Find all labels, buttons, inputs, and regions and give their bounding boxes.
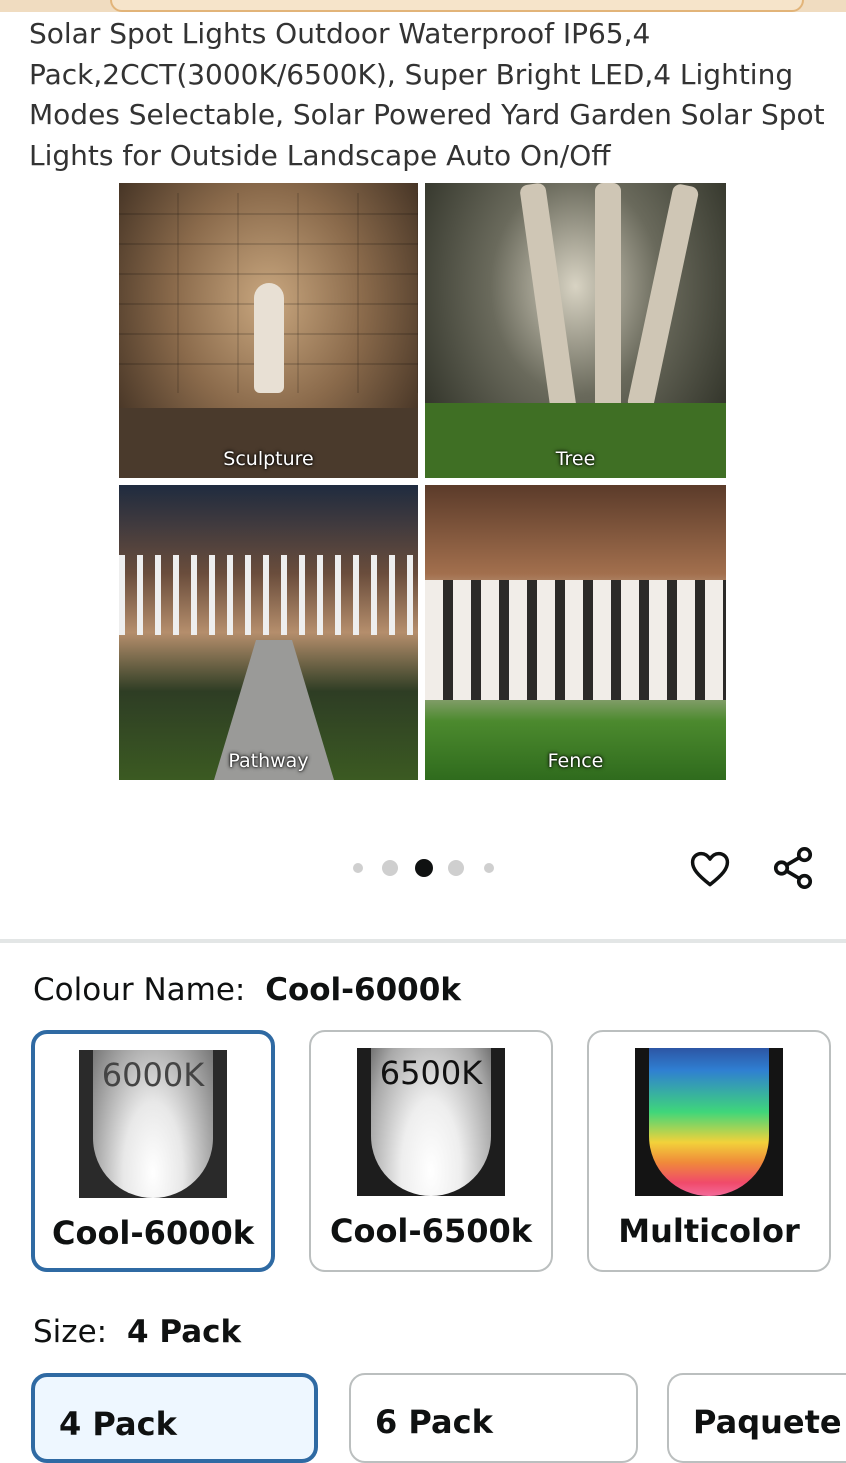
white-gate: [119, 555, 418, 635]
swatch-image: [635, 1048, 783, 1196]
section-divider: [0, 939, 846, 943]
gallery-tile-tree: Tree: [425, 183, 726, 478]
top-bar-pill: [110, 0, 804, 12]
carousel-dot[interactable]: [484, 863, 494, 873]
gallery-caption: Pathway: [228, 750, 309, 772]
gallery-tile-fence: Fence: [425, 485, 726, 780]
colour-option-multicolor[interactable]: Multicolor: [587, 1030, 831, 1272]
swatch-image-text: 6000K: [101, 1056, 205, 1094]
gallery-tile-pathway: Pathway: [119, 485, 418, 780]
tree-trunk: [626, 183, 700, 414]
tree-trunk: [519, 183, 577, 414]
size-option-6-pack[interactable]: 6 Pack: [349, 1373, 638, 1463]
gallery-caption: Fence: [547, 750, 604, 772]
swatch-image-text: 6500K: [379, 1054, 483, 1092]
gallery-caption: Tree: [555, 448, 596, 470]
swatch-label: Multicolor: [618, 1212, 800, 1250]
swatch-image: 6000K: [79, 1050, 227, 1198]
swatch-label: Cool-6000k: [51, 1214, 255, 1252]
size-row: Size: 4 Pack: [33, 1314, 241, 1350]
statue-figure: [254, 283, 284, 393]
carousel-dot[interactable]: [448, 860, 464, 876]
colour-name-value: Cool-6000k: [265, 972, 461, 1008]
colour-option-cool-6000k[interactable]: 6000K Cool-6000k: [31, 1030, 275, 1272]
top-strip: [0, 0, 846, 12]
size-option-label: Paquete: [693, 1403, 842, 1441]
picket-fence: [425, 580, 726, 700]
light-beam: [649, 1048, 769, 1196]
carousel-dot[interactable]: [353, 863, 363, 873]
share-icon[interactable]: [770, 845, 816, 891]
product-title: Solar Spot Lights Outdoor Waterproof IP6…: [29, 17, 825, 172]
size-option-4-pack[interactable]: 4 Pack: [31, 1373, 318, 1463]
gallery-tile-sculpture: Sculpture: [119, 183, 418, 478]
tree-trunk: [595, 183, 621, 413]
size-value: 4 Pack: [126, 1314, 242, 1350]
size-option-paquete[interactable]: Paquete: [667, 1373, 846, 1463]
size-option-label: 6 Pack: [375, 1403, 493, 1441]
size-option-label: 4 Pack: [59, 1405, 177, 1443]
swatch-label: Cool-6500k: [329, 1212, 533, 1250]
swatch-image: 6500K: [357, 1048, 505, 1196]
carousel-dot-active[interactable]: [415, 859, 433, 877]
size-label: Size:: [33, 1314, 108, 1350]
colour-name-row: Colour Name: Cool-6000k: [33, 972, 461, 1008]
colour-name-label: Colour Name:: [33, 972, 246, 1008]
colour-option-cool-6500k[interactable]: 6500K Cool-6500k: [309, 1030, 553, 1272]
carousel-dot[interactable]: [382, 860, 398, 876]
gallery-caption: Sculpture: [223, 448, 314, 470]
product-image-gallery[interactable]: Sculpture Tree Pathway Fence: [119, 183, 726, 780]
heart-icon[interactable]: [688, 847, 732, 891]
